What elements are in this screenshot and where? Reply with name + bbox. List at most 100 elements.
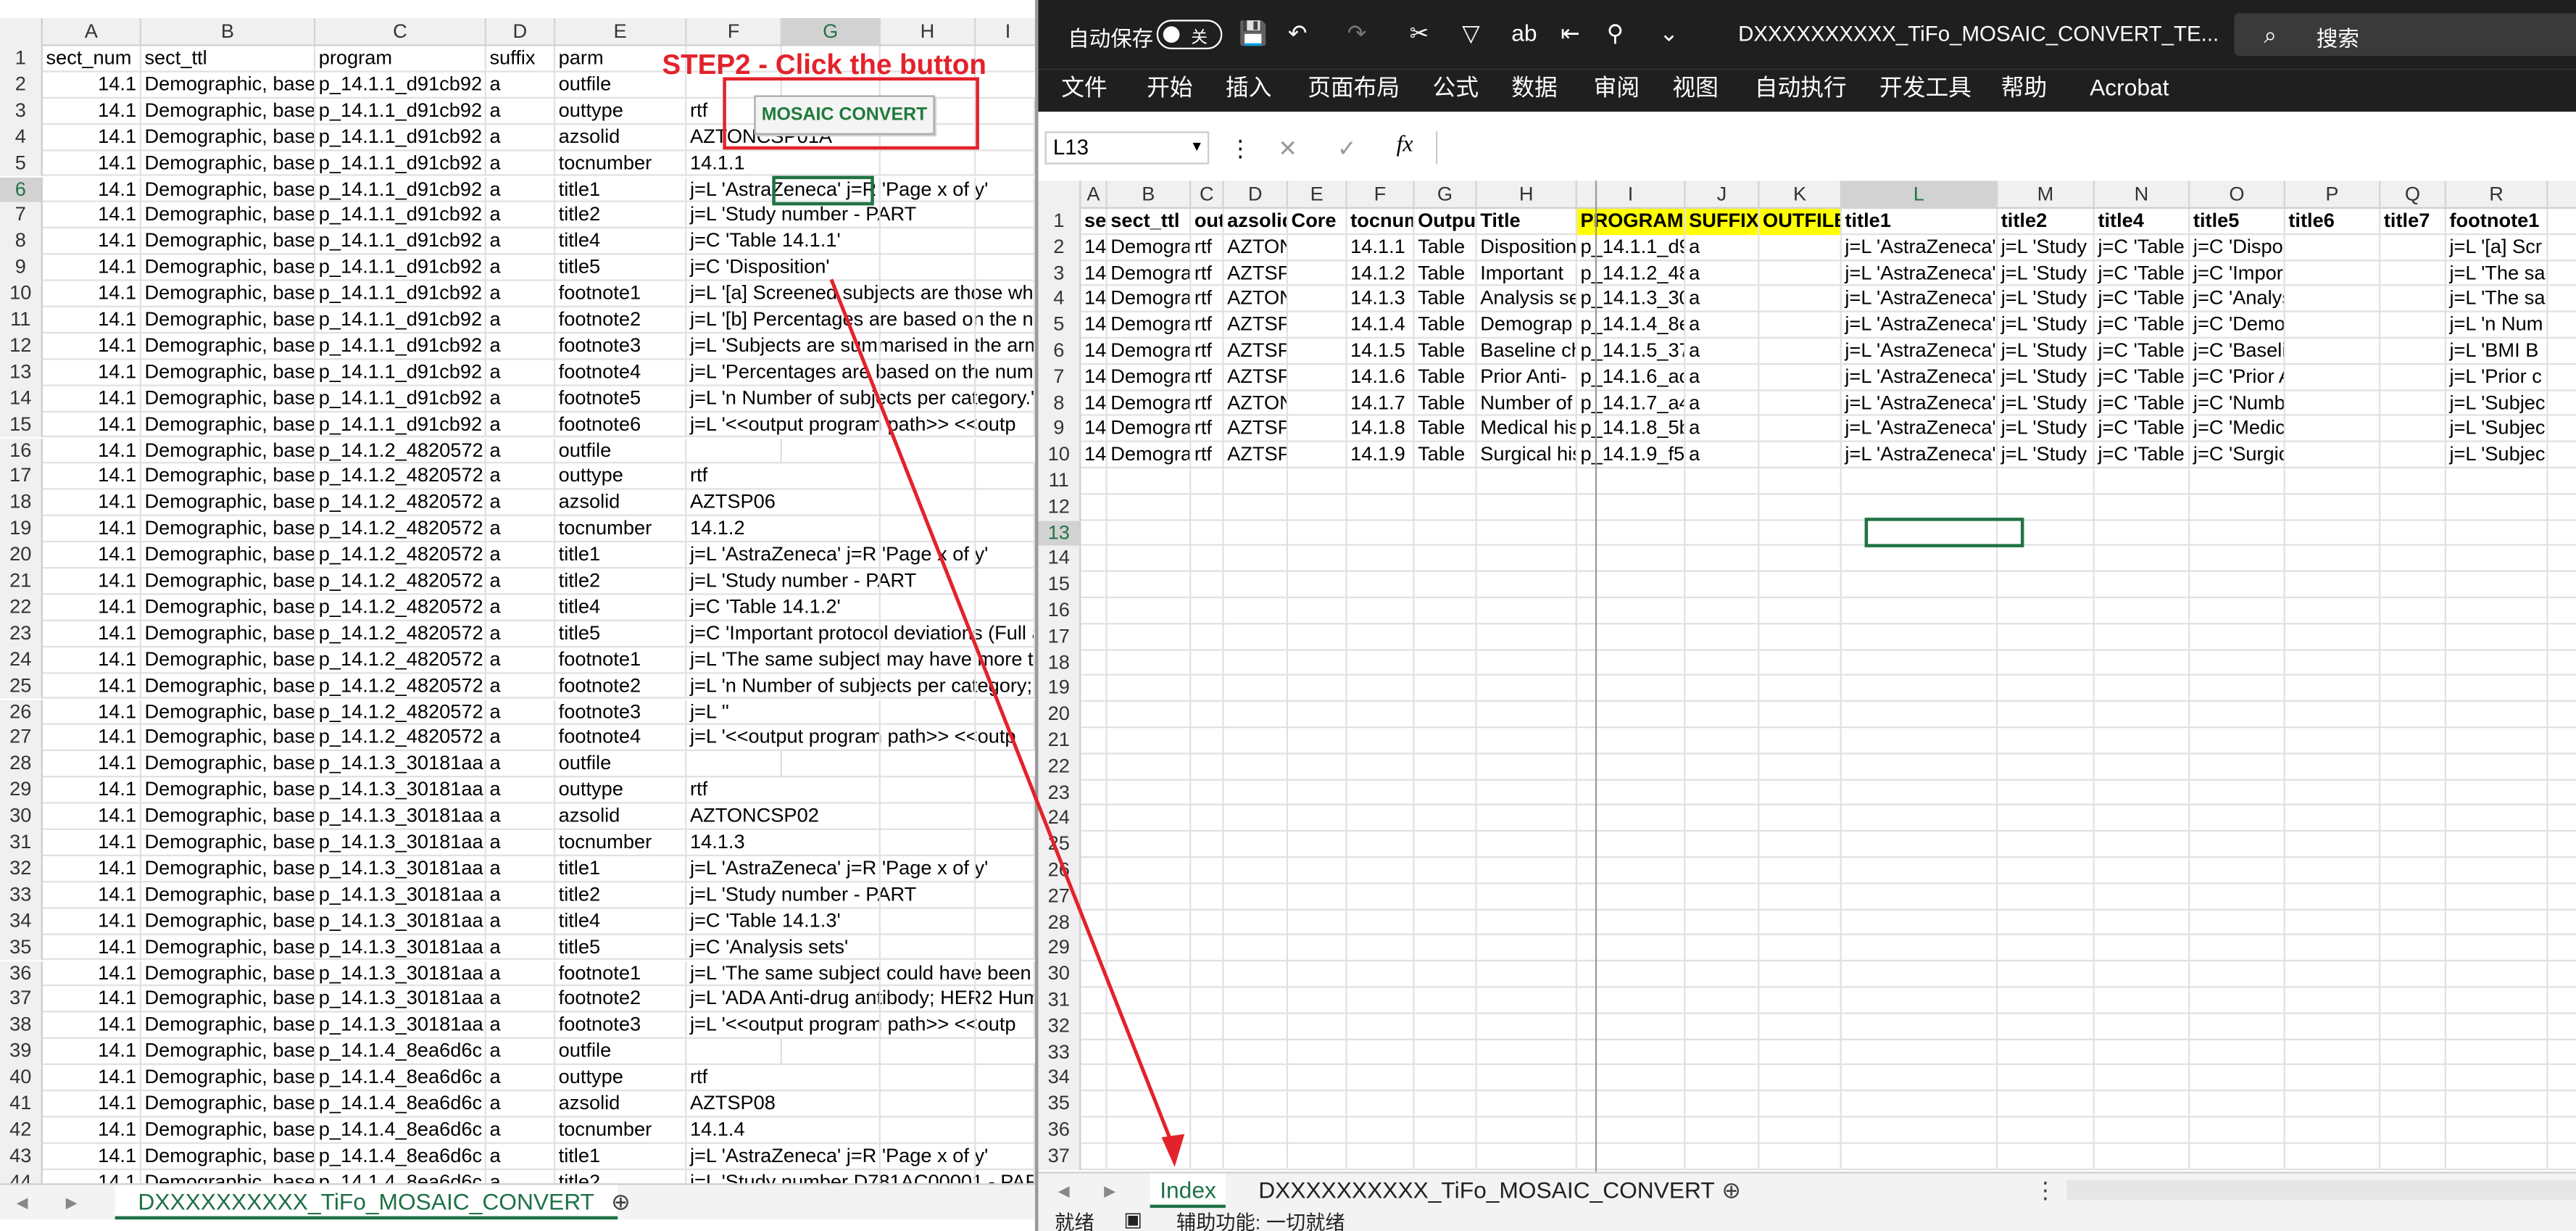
right-cell-E10[interactable] [1288, 442, 1347, 469]
cell-D10[interactable]: a [486, 281, 556, 307]
right-cell-I36[interactable] [1577, 1117, 1686, 1144]
right-cell-K3[interactable] [1760, 260, 1842, 287]
cell-H8[interactable] [881, 228, 976, 255]
right-cell-C12[interactable] [1191, 494, 1224, 521]
right-cell-H23[interactable] [1477, 779, 1577, 806]
right-cell-I10[interactable]: p_14.1.9_f5b [1577, 442, 1686, 469]
right-cell-L23[interactable] [1842, 779, 1998, 806]
right-cell-B17[interactable] [1108, 623, 1192, 650]
right-cell-N27[interactable] [2095, 884, 2190, 910]
right-cell-Q11[interactable] [2380, 468, 2446, 494]
cell-E24[interactable]: footnote1 [555, 647, 687, 673]
right-cell-D32[interactable] [1224, 1014, 1289, 1040]
right-cell-D27[interactable] [1224, 884, 1289, 910]
right-cell-O22[interactable] [2190, 754, 2285, 780]
right-cell-M30[interactable] [1998, 961, 2095, 988]
right-cell-C3[interactable]: rtf [1191, 260, 1224, 287]
cell-H32[interactable] [881, 855, 976, 882]
right-cell-Q37[interactable] [2380, 1143, 2446, 1170]
right-cell-B30[interactable] [1108, 961, 1192, 988]
right-cell-K17[interactable] [1760, 623, 1842, 650]
right-cell-N28[interactable] [2095, 909, 2190, 936]
cell-A35[interactable]: 14.1 [43, 934, 141, 961]
right-row-header-1[interactable]: 1 [1038, 208, 1081, 235]
right-cell-Q18[interactable] [2380, 650, 2446, 676]
cell-D21[interactable]: a [486, 568, 556, 595]
cell-G12[interactable] [782, 333, 881, 360]
row-header-42[interactable]: 42 [0, 1117, 43, 1144]
cell-C12[interactable]: p_14.1.1_d91cb92 [315, 333, 486, 360]
right-column-header-N[interactable]: N [2095, 181, 2190, 207]
cell-A9[interactable]: 14.1 [43, 254, 141, 281]
right-cell-H11[interactable] [1477, 468, 1577, 494]
cell-E5[interactable]: tocnumber [555, 150, 687, 177]
right-add-sheet-icon[interactable]: ⊕ [1721, 1174, 1741, 1206]
cell-H22[interactable] [881, 594, 976, 621]
right-cell-D26[interactable] [1224, 858, 1289, 884]
row-header-39[interactable]: 39 [0, 1039, 43, 1066]
right-cell-L35[interactable] [1842, 1091, 1998, 1118]
right-cell-B20[interactable] [1108, 702, 1192, 729]
right-cell-H9[interactable]: Medical his [1477, 416, 1577, 443]
right-cell-O6[interactable]: j=C 'Baselir [2190, 339, 2285, 365]
right-cell-Q2[interactable] [2380, 234, 2446, 261]
right-cell-O35[interactable] [2190, 1091, 2285, 1118]
cell-D20[interactable]: a [486, 542, 556, 569]
right-cell-J31[interactable] [1686, 987, 1760, 1014]
right-cell-R18[interactable] [2446, 650, 2548, 676]
right-cell-R23[interactable] [2446, 779, 2548, 806]
cell-D15[interactable]: a [486, 412, 556, 439]
right-cell-C10[interactable]: rtf [1191, 442, 1224, 469]
name-box[interactable]: L13 ▾ [1044, 131, 1210, 165]
right-cell-L3[interactable]: j=L 'AstraZeneca' [1842, 260, 1998, 287]
cell-E43[interactable]: title1 [555, 1143, 687, 1170]
right-cell-C8[interactable]: rtf [1191, 390, 1224, 417]
cell-E3[interactable]: outtype [555, 98, 687, 125]
right-cell-J32[interactable] [1686, 1014, 1760, 1040]
more-icon[interactable]: ⋮ [1229, 131, 1252, 164]
cell-I4[interactable] [976, 125, 1035, 151]
right-cell-P25[interactable] [2285, 832, 2381, 858]
cell-A3[interactable]: 14.1 [43, 98, 141, 125]
cell-D25[interactable]: a [486, 673, 556, 700]
right-cell-L24[interactable] [1842, 805, 1998, 832]
right-cell-I7[interactable]: p_14.1.6_ac7 [1577, 364, 1686, 391]
right-cell-A22[interactable] [1081, 754, 1108, 780]
cell-H39[interactable] [881, 1039, 976, 1066]
right-cell-P13[interactable] [2285, 520, 2381, 547]
right-cell-P34[interactable] [2285, 1065, 2381, 1092]
right-cell-J25[interactable] [1686, 832, 1760, 858]
right-cell-L21[interactable] [1842, 728, 1998, 755]
cell-B36[interactable]: Demographic, basel [141, 961, 316, 987]
right-cell-P10[interactable] [2285, 442, 2381, 469]
cell-H34[interactable] [881, 908, 976, 934]
cell-H43[interactable] [881, 1143, 976, 1170]
cell-C44[interactable]: p_14.1.4_8ea6d6c [315, 1169, 486, 1184]
cell-C39[interactable]: p_14.1.4_8ea6d6c [315, 1039, 486, 1066]
right-cell-M17[interactable] [1998, 623, 2095, 650]
right-cell-K36[interactable] [1760, 1117, 1842, 1144]
right-cell-L25[interactable] [1842, 832, 1998, 858]
cell-B37[interactable]: Demographic, basel [141, 987, 316, 1014]
ribbon-tab-4[interactable]: 公式 [1432, 69, 1478, 108]
cell-D40[interactable]: a [486, 1065, 556, 1092]
right-cell-H21[interactable] [1477, 728, 1577, 755]
right-cell-A2[interactable]: 14 [1081, 234, 1108, 261]
right-cell-C7[interactable]: rtf [1191, 364, 1224, 391]
cell-D41[interactable]: a [486, 1091, 556, 1118]
right-cell-D2[interactable]: AZTONCSP01 [1224, 234, 1289, 261]
right-row-header-3[interactable]: 3 [1038, 260, 1081, 287]
column-header-I[interactable]: I [976, 18, 1035, 44]
right-cell-R36[interactable] [2446, 1117, 2548, 1144]
right-cell-J37[interactable] [1686, 1143, 1760, 1170]
horizontal-scrollbar[interactable] [2066, 1180, 2576, 1200]
right-cell-H24[interactable] [1477, 805, 1577, 832]
right-cell-M5[interactable]: j=L 'Study [1998, 312, 2095, 339]
right-cell-G35[interactable] [1415, 1091, 1477, 1118]
row-header-4[interactable]: 4 [0, 124, 43, 151]
right-row-header-20[interactable]: 20 [1038, 702, 1081, 729]
right-cell-H18[interactable] [1477, 650, 1577, 676]
right-cell-A3[interactable]: 14 [1081, 260, 1108, 287]
right-cell-R26[interactable] [2446, 858, 2548, 884]
right-cell-J33[interactable] [1686, 1040, 1760, 1066]
